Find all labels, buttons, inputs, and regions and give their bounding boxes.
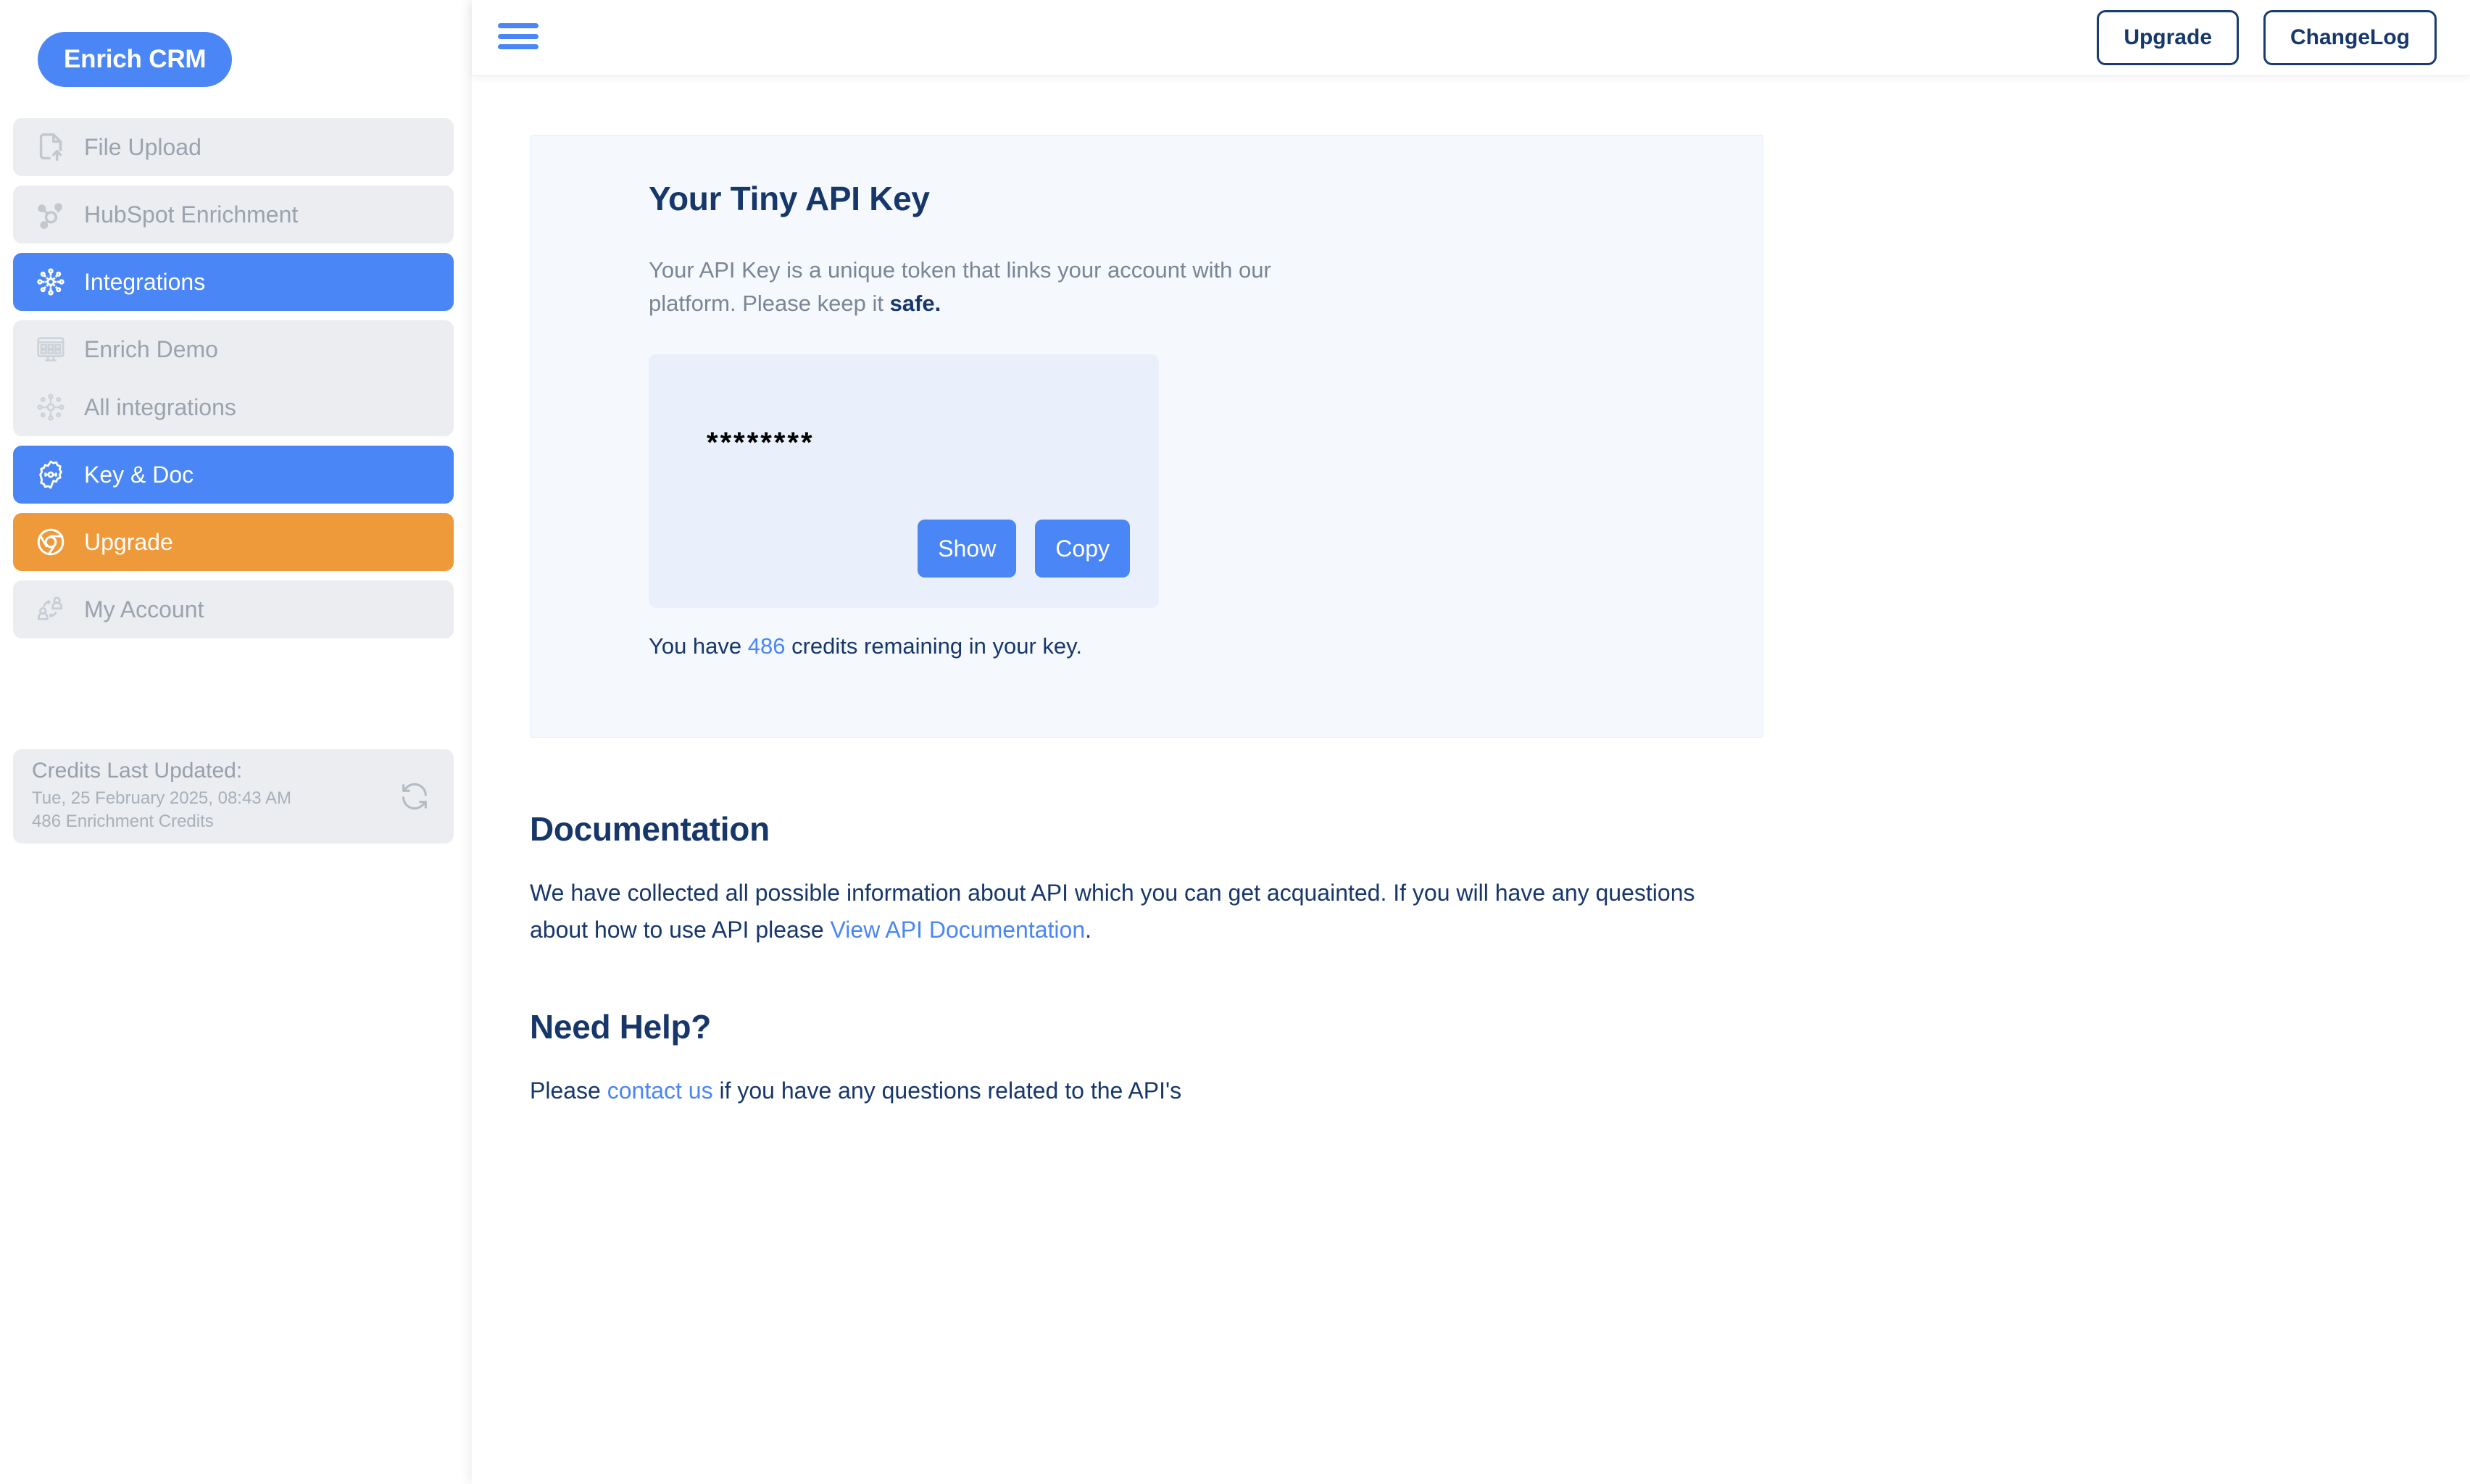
hubspot-icon xyxy=(32,196,70,233)
api-key-description: Your API Key is a unique token that link… xyxy=(649,254,1301,320)
page-title: Your Tiny API Key xyxy=(649,180,930,217)
sidebar-item-label: Enrich Demo xyxy=(84,335,218,362)
file-upload-icon xyxy=(32,128,70,166)
view-api-documentation-link[interactable]: View API Documentation xyxy=(831,917,1086,943)
contact-us-link[interactable]: contact us xyxy=(607,1077,713,1104)
api-key-actions: Show Copy xyxy=(918,520,1130,578)
credits-remaining-text: You have 486 credits remaining in your k… xyxy=(649,633,1082,659)
sidebar-item-hubspot-enrichment[interactable]: HubSpot Enrichment xyxy=(13,186,454,243)
need-help-heading: Need Help? xyxy=(530,1008,712,1046)
sidebar-item-label: My Account xyxy=(84,596,204,622)
sidebar: Enrich CRM File Upload HubSpot Enrichmen… xyxy=(0,0,472,1484)
documentation-section: Documentation We have collected all poss… xyxy=(530,809,1834,949)
upgrade-shield-icon xyxy=(32,523,70,561)
documentation-body-end: . xyxy=(1085,917,1092,943)
need-help-body: Please contact us if you have any questi… xyxy=(530,1072,1740,1109)
topbar-actions: Upgrade ChangeLog xyxy=(2097,10,2437,65)
sidebar-item-enrich-demo[interactable]: Enrich Demo xyxy=(13,320,454,378)
documentation-body-text: We have collected all possible informati… xyxy=(530,880,1695,943)
credits-timestamp: Tue, 25 February 2025, 08:43 AM xyxy=(32,788,291,808)
refresh-icon[interactable] xyxy=(394,776,435,817)
sidebar-item-label: All integrations xyxy=(84,393,236,420)
api-key-description-text: Your API Key is a unique token that link… xyxy=(649,257,1271,316)
show-button[interactable]: Show xyxy=(918,520,1017,578)
logo[interactable]: Enrich CRM xyxy=(38,32,233,87)
credits-last-updated-box: Credits Last Updated: Tue, 25 February 2… xyxy=(13,749,454,843)
credits-remaining-count: 486 xyxy=(747,633,786,659)
api-key-card: Your Tiny API Key Your API Key is a uniq… xyxy=(531,135,1763,738)
gear-key-icon xyxy=(32,456,70,493)
copy-button[interactable]: Copy xyxy=(1035,520,1130,578)
sidebar-item-label: File Upload xyxy=(84,133,201,160)
documentation-body: We have collected all possible informati… xyxy=(530,875,1740,949)
documentation-heading: Documentation xyxy=(530,810,770,848)
sidebar-item-upgrade[interactable]: Upgrade xyxy=(13,513,454,571)
need-help-section: Need Help? Please contact us if you have… xyxy=(530,1007,1834,1109)
integrations-icon xyxy=(32,263,70,301)
need-help-body-suffix: if you have any questions related to the… xyxy=(712,1077,1182,1104)
sidebar-item-key-and-doc[interactable]: Key & Doc xyxy=(13,446,454,504)
all-integrations-icon xyxy=(32,388,70,426)
sidebar-nav: File Upload HubSpot Enrichment Integrati… xyxy=(13,118,454,648)
logo-label: Enrich CRM xyxy=(38,32,233,87)
demo-monitor-icon xyxy=(32,330,70,368)
sidebar-item-label: HubSpot Enrichment xyxy=(84,201,299,228)
sidebar-item-file-upload[interactable]: File Upload xyxy=(13,118,454,176)
api-key-masked-value: ******** xyxy=(707,427,815,459)
sidebar-item-all-integrations[interactable]: All integrations xyxy=(13,378,454,436)
account-users-icon xyxy=(32,591,70,628)
sidebar-item-integrations[interactable]: Integrations xyxy=(13,253,454,311)
sidebar-item-label: Integrations xyxy=(84,268,206,295)
api-key-description-bold: safe. xyxy=(889,290,941,316)
need-help-body-prefix: Please xyxy=(530,1077,607,1104)
sidebar-item-label: Key & Doc xyxy=(84,461,194,488)
credits-remaining-prefix: You have xyxy=(649,633,748,659)
upgrade-button[interactable]: Upgrade xyxy=(2097,10,2239,65)
sidebar-item-my-account[interactable]: My Account xyxy=(13,580,454,638)
content-area: Upgrade ChangeLog Your Tiny API Key Your… xyxy=(472,0,2470,1484)
hamburger-menu-icon[interactable] xyxy=(498,20,539,52)
app-root: Enrich CRM File Upload HubSpot Enrichmen… xyxy=(0,0,2470,1484)
credits-title: Credits Last Updated: xyxy=(32,759,243,783)
credits-remaining-suffix: credits remaining in your key. xyxy=(785,633,1082,659)
sidebar-item-label: Upgrade xyxy=(84,528,173,555)
api-key-box: ******** Show Copy xyxy=(649,354,1159,608)
topbar: Upgrade ChangeLog xyxy=(472,0,2470,76)
credits-amount: 486 Enrichment Credits xyxy=(32,812,214,832)
credits-text: Credits Last Updated: Tue, 25 February 2… xyxy=(32,759,394,833)
changelog-button[interactable]: ChangeLog xyxy=(2263,10,2437,65)
